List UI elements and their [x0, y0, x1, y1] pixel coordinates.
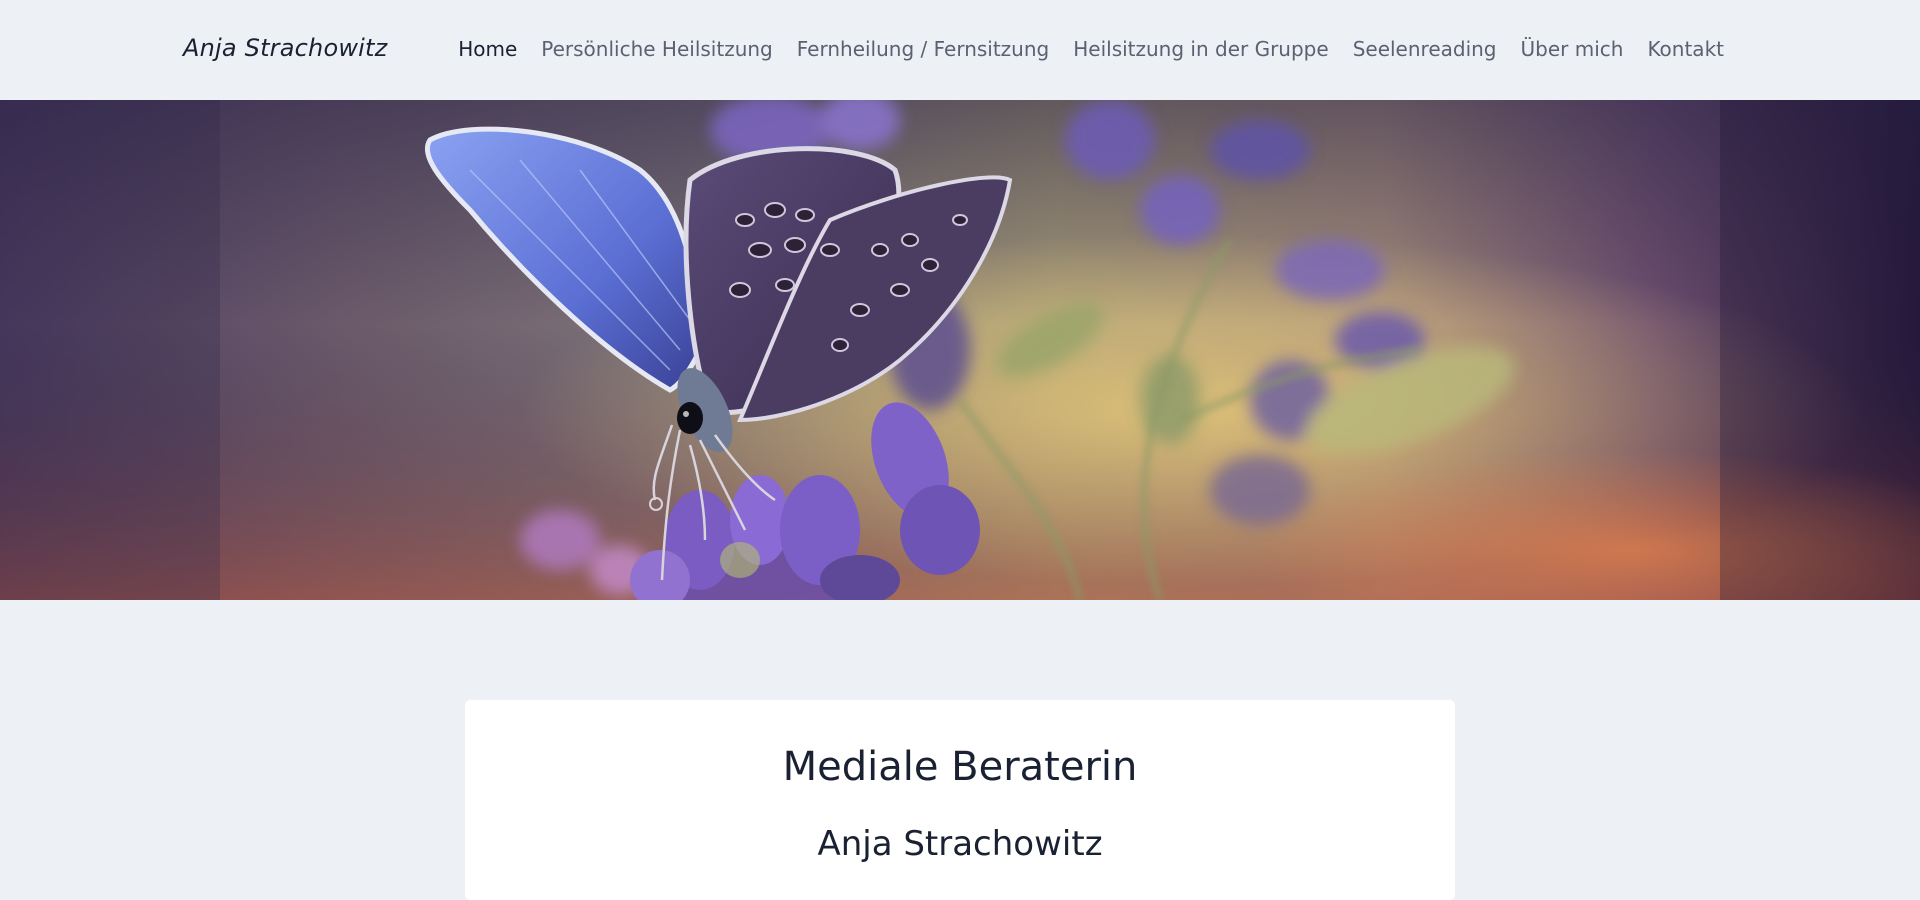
hero-banner: [0, 100, 1920, 600]
nav-item-seelenreading: Seelenreading: [1353, 37, 1497, 61]
nav-list: Home Persönliche Heilsitzung Fernheilung…: [458, 37, 1724, 61]
site-header: Anja Strachowitz Home Persönliche Heilsi…: [0, 0, 1920, 100]
page-title: Mediale Beraterin: [782, 744, 1138, 790]
nav-link-fernheilung[interactable]: Fernheilung / Fernsitzung: [797, 37, 1049, 61]
nav-item-ueber-mich: Über mich: [1521, 37, 1624, 61]
butterfly-on-purple-flower-image: [0, 100, 1920, 600]
nav-link-home[interactable]: Home: [458, 37, 517, 61]
nav-link-seelenreading[interactable]: Seelenreading: [1353, 37, 1497, 61]
nav-link-persoenliche-heilsitzung[interactable]: Persönliche Heilsitzung: [541, 37, 772, 61]
nav-link-ueber-mich[interactable]: Über mich: [1521, 37, 1624, 61]
nav-item-fernheilung: Fernheilung / Fernsitzung: [797, 37, 1049, 61]
nav-item-home: Home: [458, 37, 517, 61]
site-logo[interactable]: Anja Strachowitz: [183, 34, 387, 62]
nav-item-kontakt: Kontakt: [1647, 37, 1724, 61]
nav-link-heilsitzung-gruppe[interactable]: Heilsitzung in der Gruppe: [1073, 37, 1328, 61]
nav-link-kontakt[interactable]: Kontakt: [1647, 37, 1724, 61]
nav-item-persoenliche-heilsitzung: Persönliche Heilsitzung: [541, 37, 772, 61]
nav-item-heilsitzung-gruppe: Heilsitzung in der Gruppe: [1073, 37, 1328, 61]
intro-card: Mediale Beraterin Anja Strachowitz: [465, 700, 1455, 900]
page-subtitle: Anja Strachowitz: [817, 824, 1103, 864]
